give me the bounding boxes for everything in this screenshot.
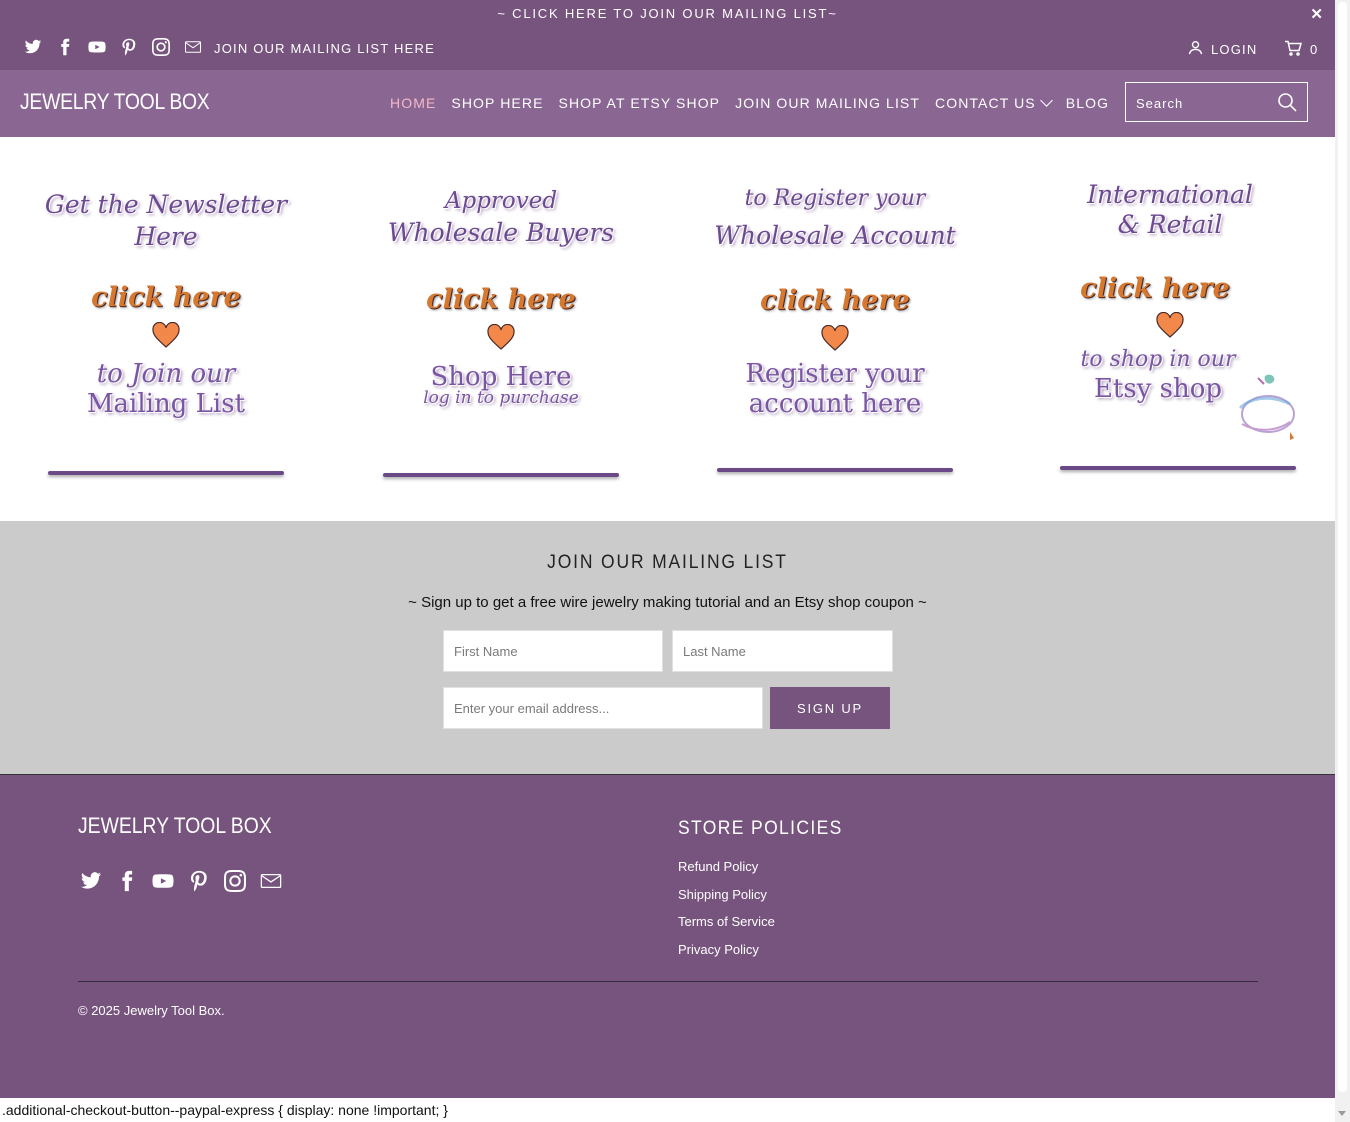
pinterest-icon[interactable] [188, 870, 210, 892]
policy-link-terms[interactable]: Terms of Service [678, 914, 775, 942]
instagram-icon[interactable] [152, 38, 170, 56]
banner-wholesale-buyers[interactable]: Approved Wholesale Buyers click here Sho… [351, 137, 651, 521]
last-name-field[interactable] [672, 630, 893, 672]
mailing-subtitle: ~ Sign up to get a free wire jewelry mak… [408, 594, 927, 611]
scrollbar-thumb[interactable] [1338, 2, 1347, 1092]
banner-title-line1: to Register your [744, 186, 926, 211]
policy-link-privacy[interactable]: Privacy Policy [678, 942, 775, 970]
login-label: LOGIN [1211, 41, 1258, 57]
search-input[interactable] [1126, 83, 1278, 123]
search-box [1125, 82, 1308, 123]
nav-item-contact-us[interactable]: CONTACT US [935, 94, 1053, 111]
banner-title-line2: Wholesale Buyers [387, 218, 615, 247]
promo-banners: Get the Newsletter Here click here to Jo… [0, 137, 1335, 521]
banner-underline [1060, 466, 1296, 470]
banner-etsy-shop[interactable]: International & Retail click here to sho… [1020, 137, 1320, 521]
banner-sub-line2-wrap: log in to purchase [351, 389, 651, 407]
mail-icon[interactable] [260, 870, 282, 892]
scroll-down-arrow-icon[interactable] [1338, 1111, 1346, 1116]
page: ~ CLICK HERE TO JOIN OUR MAILING LIST~ ✕… [0, 0, 1337, 1122]
login-link[interactable]: LOGIN [1188, 40, 1257, 58]
search-icon[interactable] [1277, 92, 1297, 112]
mailing-title: JOIN OUR MAILING LIST [547, 552, 788, 573]
banner-title-line1: International [1087, 180, 1253, 209]
close-icon[interactable]: ✕ [1310, 5, 1323, 23]
promo-banner-link[interactable]: ~ CLICK HERE TO JOIN OUR MAILING LIST~ [0, 6, 1335, 21]
facebook-icon[interactable] [116, 870, 138, 892]
heart-icon [152, 321, 180, 348]
banner-sub-line1: to Join our [96, 359, 236, 389]
banner-newsletter[interactable]: Get the Newsletter Here click here to Jo… [16, 137, 316, 521]
etsy-shop-logo-icon [1238, 374, 1295, 440]
footer-logo[interactable]: JEWELRY TOOL BOX [78, 813, 272, 839]
twitter-icon[interactable] [24, 38, 42, 56]
youtube-icon[interactable] [152, 870, 174, 892]
banner-underline [717, 468, 953, 472]
vertical-scrollbar[interactable] [1335, 0, 1350, 1122]
top-bar: ~ CLICK HERE TO JOIN OUR MAILING LIST~ ✕… [0, 0, 1335, 70]
main-nav: HOME SHOP HERE SHOP AT ETSY SHOP JOIN OU… [390, 94, 1109, 111]
banner-title-line1: Approved [444, 188, 558, 214]
heart-icon [821, 324, 849, 351]
pinterest-icon[interactable] [120, 38, 138, 56]
chevron-down-icon [1039, 94, 1053, 107]
banner-sub-line2: Mailing List [86, 389, 246, 419]
site-logo[interactable]: JEWELRY TOOL BOX [20, 89, 210, 115]
mailing-list-section: JOIN OUR MAILING LIST ~ Sign up to get a… [0, 521, 1335, 775]
main-header: JEWELRY TOOL BOX HOME SHOP HERE SHOP AT … [0, 70, 1335, 137]
join-mailing-list-link[interactable]: JOIN OUR MAILING LIST HERE [214, 41, 435, 56]
cart-icon [1284, 40, 1302, 59]
instagram-icon[interactable] [224, 870, 246, 892]
nav-item-blog[interactable]: BLOG [1066, 95, 1109, 111]
store-policies-title: STORE POLICIES [678, 818, 843, 839]
banner-underline [48, 471, 284, 475]
copyright: © 2025 Jewelry Tool Box. [78, 1003, 225, 1018]
banner-sub-line2: account here [748, 389, 922, 419]
banner-underline [383, 473, 619, 477]
sign-up-button[interactable]: SIGN UP [770, 687, 890, 729]
cart-link[interactable]: 0 [1284, 40, 1317, 59]
footer-divider [78, 981, 1258, 982]
store-policies-list: Refund Policy Shipping Policy Terms of S… [678, 859, 775, 969]
nav-contact-label: CONTACT US [935, 95, 1036, 111]
nav-item-home[interactable]: HOME [390, 95, 436, 111]
youtube-icon[interactable] [88, 38, 106, 56]
email-field[interactable] [443, 687, 763, 729]
banner-click-text: click here [760, 285, 910, 316]
banner-title-line2: Wholesale Account [714, 221, 956, 250]
banner-click-text: click here [1080, 273, 1230, 304]
policy-link-refund[interactable]: Refund Policy [678, 859, 775, 887]
banner-click-text: click here [426, 284, 576, 315]
banner-click-text: click here [91, 282, 241, 313]
nav-item-shop-here[interactable]: SHOP HERE [451, 95, 543, 111]
nav-item-mailing-list[interactable]: JOIN OUR MAILING LIST [735, 95, 920, 111]
policy-link-shipping[interactable]: Shipping Policy [678, 887, 775, 915]
first-name-field[interactable] [443, 630, 663, 672]
twitter-icon[interactable] [80, 870, 102, 892]
banner-title: Get the Newsletter Here [44, 190, 288, 251]
social-links [24, 38, 202, 56]
cart-count: 0 [1310, 42, 1318, 57]
mail-icon[interactable] [184, 38, 202, 56]
facebook-icon[interactable] [56, 38, 74, 56]
footer: JEWELRY TOOL BOX STORE POLICIES Refund P… [0, 775, 1335, 1098]
leaked-css-text: .additional-checkout-button--paypal-expr… [0, 1098, 1337, 1122]
banner-sub-line1: Register your [745, 359, 925, 389]
heart-icon [487, 323, 515, 350]
banner-title-line2: & Retail [1117, 210, 1223, 239]
footer-social-links [80, 870, 282, 892]
nav-item-etsy-shop[interactable]: SHOP AT ETSY SHOP [559, 95, 721, 111]
banner-register-wholesale[interactable]: to Register your Wholesale Account click… [685, 137, 985, 521]
user-icon [1188, 40, 1203, 58]
heart-icon [1156, 311, 1184, 338]
banner-sub-line2: log in to purchase [423, 388, 579, 408]
